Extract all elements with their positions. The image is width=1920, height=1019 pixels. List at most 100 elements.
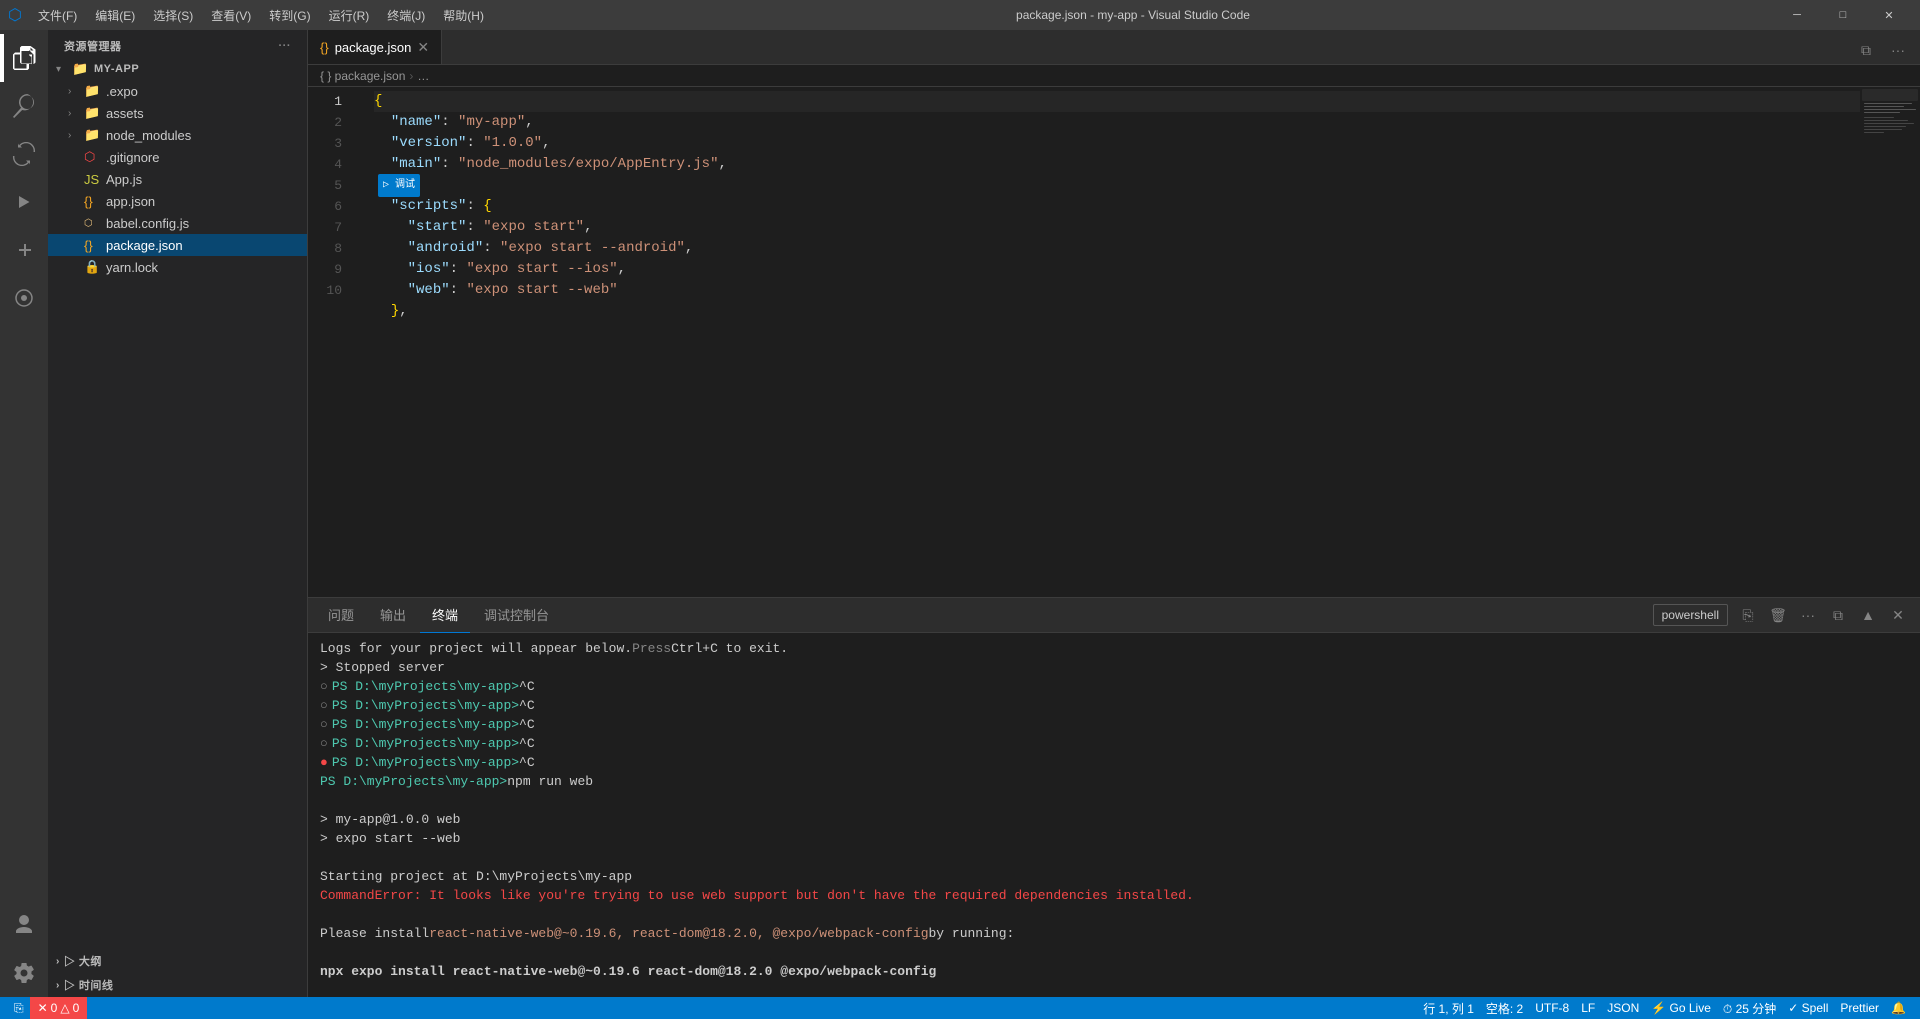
window-title: package.json - my-app - Visual Studio Co… [492,8,1774,22]
menu-edit[interactable]: 编辑(E) [87,5,143,26]
kill-terminal-button[interactable]: 🗑 [1764,601,1792,629]
sidebar-item-node-modules[interactable]: › 📁 node_modules [48,124,307,146]
code-line-10: }, [374,301,1860,322]
panel-more-button[interactable]: ··· [1794,601,1822,629]
minimap-svg [1860,87,1920,387]
sidebar-title: 资源管理器 [64,38,122,54]
error-count: 0 [51,1001,58,1015]
breadcrumb-file[interactable]: { } package.json [320,69,405,83]
code-line-6: "start": "expo start", [374,217,1860,238]
term-line-8: PS D:\myProjects\my-app> npm run web [320,772,1908,791]
sidebar-item-appjson[interactable]: › {} app.json [48,190,307,212]
terminal-name[interactable]: powershell [1653,604,1728,626]
menu-terminal[interactable]: 终端(J) [379,5,433,26]
minimap [1860,87,1920,597]
node-modules-folder-icon: 📁 [84,127,102,143]
go-live-status[interactable]: ⚡ Go Live [1645,997,1717,1019]
settings-activity-icon[interactable] [0,949,48,997]
prettier-status[interactable]: Prettier [1834,997,1885,1019]
tab-packagejson[interactable]: {} package.json ✕ [308,30,442,64]
assets-label: assets [106,106,144,121]
breadcrumb: { } package.json › … [308,65,1920,87]
panel-tab-problems[interactable]: 问题 [316,598,366,633]
code-content[interactable]: { "name": "my-app", "version": "1.0.0", … [358,87,1860,597]
tree-root[interactable]: ▾ 📁 MY-APP [48,58,307,80]
menu-select[interactable]: 选择(S) [145,5,201,26]
run-debug-activity-icon[interactable] [0,178,48,226]
encoding-status[interactable]: UTF-8 [1529,997,1575,1019]
extensions-activity-icon[interactable] [0,226,48,274]
panel-tab-output[interactable]: 输出 [368,598,418,633]
panel-layout-button[interactable]: ⧉ [1824,601,1852,629]
minimize-button[interactable]: ─ [1774,0,1820,30]
menu-help[interactable]: 帮助(H) [435,5,492,26]
search-activity-icon[interactable] [0,82,48,130]
tab-close-packagejson[interactable]: ✕ [417,39,429,56]
error-icon: ✕ [38,1001,48,1015]
sidebar-item-appjs[interactable]: › JS App.js [48,168,307,190]
language-status[interactable]: JSON [1601,997,1645,1019]
sidebar-item-expo[interactable]: › 📁 .expo [48,80,307,102]
sidebar-more-button[interactable]: ··· [279,40,292,52]
split-terminal-button[interactable]: ⎘ [1734,601,1762,629]
source-control-activity-icon[interactable] [0,130,48,178]
root-folder-icon: 📁 [72,61,90,77]
account-activity-icon[interactable] [0,901,48,949]
term-line-5: ○ PS D:\myProjects\my-app> ^C [320,715,1908,734]
explorer-activity-icon[interactable] [0,34,48,82]
sidebar-item-packagejson[interactable]: › {} package.json [48,234,307,256]
cursor-position-status[interactable]: 行 1, 列 1 [1417,997,1480,1019]
eol-status[interactable]: LF [1575,997,1601,1019]
appjson-icon: {} [84,194,102,209]
remote-activity-icon[interactable] [0,274,48,322]
menu-run[interactable]: 运行(R) [321,5,378,26]
menu-goto[interactable]: 转到(G) [261,5,318,26]
terminal-content[interactable]: Logs for your project will appear below.… [308,633,1920,997]
breadcrumb-symbol[interactable]: … [417,69,429,83]
panel-tab-terminal[interactable]: 终端 [420,598,470,633]
code-editor[interactable]: 1 2 3 4 5 6 7 8 9 10 { [308,87,1920,597]
debug-badge[interactable]: ▷ 调试 [378,174,420,197]
sidebar-item-assets[interactable]: › 📁 assets [48,102,307,124]
maximize-button[interactable]: □ [1820,0,1866,30]
packagejson-label: package.json [106,238,183,253]
code-line-3: "version": "1.0.0", [374,133,1860,154]
panel-tab-debug[interactable]: 调试控制台 [472,598,561,633]
warning-icon: △ [60,1001,69,1015]
panel-close-button[interactable]: ✕ [1884,601,1912,629]
sidebar-item-yarnlock[interactable]: › 🔒 yarn.lock [48,256,307,278]
remote-status-item[interactable]: ⎘ [8,997,30,1019]
assets-chevron: › [68,108,84,119]
term-line-14: npx expo install react-native-web@~0.19.… [320,962,1908,981]
status-bar: ⎘ ✕ 0 △ 0 行 1, 列 1 空格: 2 UTF-8 LF JSON ⚡… [0,997,1920,1019]
line-numbers: 1 2 3 4 5 6 7 8 9 10 [308,87,358,597]
code-line-8: "ios": "expo start --ios", [374,259,1860,280]
notification-icon[interactable]: 🔔 [1885,997,1912,1019]
code-line-9: "web": "expo start --web" [374,280,1860,301]
sidebar-item-babelconfig[interactable]: › ⬡ babel.config.js [48,212,307,234]
term-line-12: CommandError: It looks like you're tryin… [320,886,1908,905]
spell-status[interactable]: ✓ Spell [1782,997,1834,1019]
errors-status-item[interactable]: ✕ 0 △ 0 [30,997,88,1019]
menu-view[interactable]: 查看(V) [203,5,259,26]
term-line-13: Please install react-native-web@~0.19.6,… [320,924,1908,943]
timeline-section[interactable]: › ▷ 时间线 [48,973,307,997]
node-modules-label: node_modules [106,128,191,143]
sidebar-header: 资源管理器 ··· [48,30,307,58]
sidebar-item-gitignore[interactable]: › ⬡ .gitignore [48,146,307,168]
line-num-9: 9 [308,259,358,280]
more-actions-button[interactable]: ··· [1884,36,1912,64]
code-line-2: "name": "my-app", [374,112,1860,133]
menu-file[interactable]: 文件(F) [30,5,85,26]
expo-folder-icon: 📁 [84,83,102,99]
code-line-5: "scripts": { [374,196,1860,217]
outline-section[interactable]: › ▷ 大纲 [48,949,307,973]
split-editor-button[interactable]: ⧉ [1852,36,1880,64]
line-num-8: 8 [308,238,358,259]
time-status[interactable]: ⏱ 25 分钟 [1717,997,1782,1019]
babelconfig-label: babel.config.js [106,216,189,231]
code-line-4-wrapper: "main": "node_modules/expo/AppEntry.js",… [374,154,1860,175]
indent-status[interactable]: 空格: 2 [1480,997,1529,1019]
panel-maximize-button[interactable]: ▲ [1854,601,1882,629]
close-button[interactable]: ✕ [1866,0,1912,30]
